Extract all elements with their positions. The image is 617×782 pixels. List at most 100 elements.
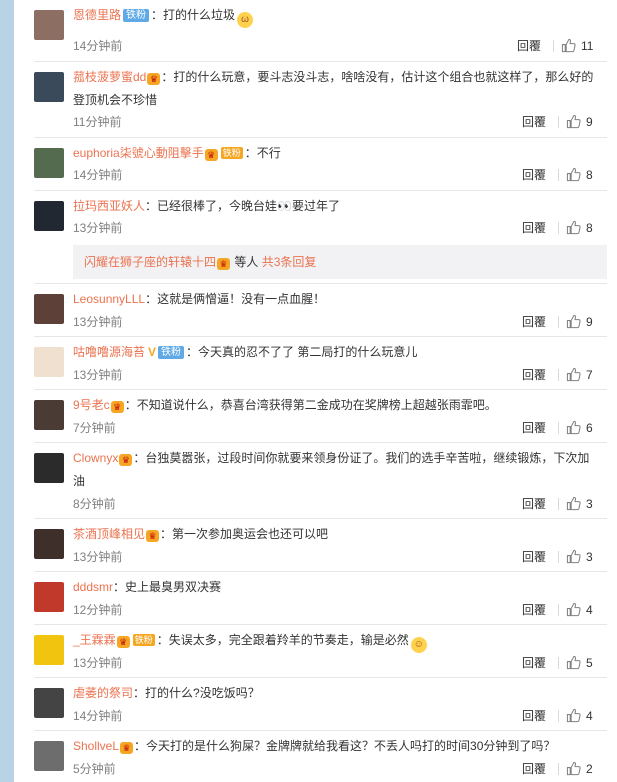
like-count: 11: [581, 39, 594, 53]
fan-badge: 铁粉: [158, 346, 185, 359]
comment-separator: [34, 571, 607, 572]
fan-badge: 铁粉: [132, 634, 155, 646]
avatar[interactable]: [34, 148, 64, 178]
avatar[interactable]: [34, 741, 64, 771]
reply-button[interactable]: 回覆: [522, 167, 546, 183]
verified-icon: V: [148, 345, 157, 359]
reply-button[interactable]: 回覆: [522, 655, 546, 671]
comment-time: 13分钟前: [73, 315, 123, 329]
comment-body: ：这就是俩憎逼！没有一点血腥！: [145, 292, 326, 306]
like-icon[interactable]: [566, 655, 581, 670]
divider: [558, 116, 559, 128]
like-count: 9: [586, 115, 593, 129]
comment-text: _王霖霖 ♛ 铁粉 ：失误太多，完全跟着羚羊的节奏走，输是必然 ☺: [73, 629, 599, 653]
sub-reply-link[interactable]: 共3条回复: [262, 255, 317, 269]
comment-body: ：今天真的忍不了了 第二局打的什么玩意儿: [186, 345, 418, 359]
comment-separator: [34, 190, 607, 191]
comment-text: 咕噜噜源海苔 V 铁粉 ：今天真的忍不了了 第二局打的什么玩意儿: [73, 341, 599, 364]
comment-text: euphoria柒號心動阻擊手 ♛ 铁粉 ：不行: [73, 142, 599, 165]
comment-username[interactable]: Clownyx: [73, 451, 118, 465]
like-count: 7: [586, 368, 593, 382]
comment-username[interactable]: dddsmr: [73, 580, 113, 594]
comment-username[interactable]: 菰枝菠萝蜜dd: [73, 70, 146, 84]
reply-button[interactable]: 回覆: [522, 314, 546, 330]
comment-body: ：台独莫嚣张，过段时间你就要来领身份证了。我们的选手辛苦啦，继续锻炼，下次加油: [73, 451, 590, 488]
avatar[interactable]: [34, 72, 64, 102]
reply-button[interactable]: 回覆: [522, 708, 546, 724]
like-icon[interactable]: [566, 708, 581, 723]
like-icon[interactable]: [566, 314, 581, 329]
comment-time: 7分钟前: [73, 421, 116, 435]
reply-button[interactable]: 回覆: [522, 220, 546, 236]
avatar[interactable]: [34, 347, 64, 377]
comment-username[interactable]: 恩德里路: [73, 8, 121, 22]
avatar[interactable]: [34, 294, 64, 324]
like-icon[interactable]: [566, 220, 581, 235]
comment-username[interactable]: ShollveL: [73, 739, 119, 753]
avatar[interactable]: [34, 688, 64, 718]
sub-reply-middle: 等人: [231, 255, 262, 269]
comment-text: ShollveL ♛ ：今天打的是什么狗屎？金牌牌就给我看这？不丢人吗打的时间30分…: [73, 735, 599, 758]
reply-button[interactable]: 回覆: [517, 38, 541, 54]
vip-icon: ♛: [147, 73, 161, 85]
comment-time: 14分钟前: [73, 39, 123, 53]
comment-username[interactable]: 9号老c: [73, 398, 110, 412]
comment-time: 13分钟前: [73, 221, 123, 235]
avatar[interactable]: [34, 635, 64, 665]
sub-reply-box[interactable]: 闪耀在狮子座的轩辕十四 ♛ 等人 共3条回复: [73, 245, 607, 279]
comment-body: ：史上最臭男双决赛: [113, 580, 222, 594]
reply-button[interactable]: 回覆: [522, 367, 546, 383]
divider: [558, 222, 559, 234]
like-icon[interactable]: [561, 38, 576, 53]
like-icon[interactable]: [566, 602, 581, 617]
like-icon[interactable]: [566, 549, 581, 564]
like-icon[interactable]: [566, 367, 581, 382]
comment-username[interactable]: 茶酒顶峰相见: [73, 527, 145, 541]
comment-username[interactable]: LeosunnyLLL: [73, 292, 145, 306]
vip-icon: ♛: [217, 258, 231, 270]
comment-username[interactable]: euphoria柒號心動阻擊手: [73, 146, 204, 160]
avatar[interactable]: [34, 400, 64, 430]
reply-button[interactable]: 回覆: [522, 761, 546, 777]
avatar[interactable]: [34, 453, 64, 483]
comment-separator: [34, 730, 607, 731]
hug-emoji-icon: ☺: [410, 637, 427, 653]
avatar[interactable]: [34, 10, 64, 40]
comment-username[interactable]: 咕噜噜源海苔: [73, 345, 145, 359]
divider: [553, 40, 554, 52]
like-count: 5: [586, 656, 593, 670]
reply-button[interactable]: 回覆: [522, 420, 546, 436]
divider: [558, 498, 559, 510]
sub-reply-user[interactable]: 闪耀在狮子座的轩辕十四: [84, 255, 216, 269]
comment-body: ：已经很棒了，今晚台娃👀要过年了: [145, 199, 340, 213]
vip-icon: ♛: [146, 530, 160, 542]
avatar[interactable]: [34, 529, 64, 559]
like-icon[interactable]: [566, 761, 581, 776]
like-icon[interactable]: [566, 167, 581, 182]
avatar[interactable]: [34, 201, 64, 231]
reply-button[interactable]: 回覆: [522, 549, 546, 565]
divider: [558, 657, 559, 669]
divider: [558, 551, 559, 563]
comment-time: 14分钟前: [73, 168, 123, 182]
vip-icon: ♛: [119, 454, 133, 466]
like-count: 6: [586, 421, 593, 435]
comment-text: 虐萎的祭司：打的什么?没吃饭吗？: [73, 682, 599, 705]
divider: [558, 422, 559, 434]
comment-username[interactable]: _王霖霖: [73, 633, 116, 647]
like-icon[interactable]: [566, 420, 581, 435]
reply-button[interactable]: 回覆: [522, 602, 546, 618]
comment-time: 13分钟前: [73, 656, 123, 670]
comment-time: 13分钟前: [73, 368, 123, 382]
like-icon[interactable]: [566, 114, 581, 129]
like-icon[interactable]: [566, 496, 581, 511]
fan-badge: 铁粉: [123, 9, 150, 22]
comment-username[interactable]: 拉玛西亚妖人: [73, 199, 145, 213]
like-count: 8: [586, 221, 593, 235]
reply-button[interactable]: 回覆: [522, 114, 546, 130]
comment-time: 11分钟前: [73, 115, 122, 129]
comment-time: 12分钟前: [73, 603, 123, 617]
reply-button[interactable]: 回覆: [522, 496, 546, 512]
avatar[interactable]: [34, 582, 64, 612]
comment-username[interactable]: 虐萎的祭司: [73, 686, 133, 700]
